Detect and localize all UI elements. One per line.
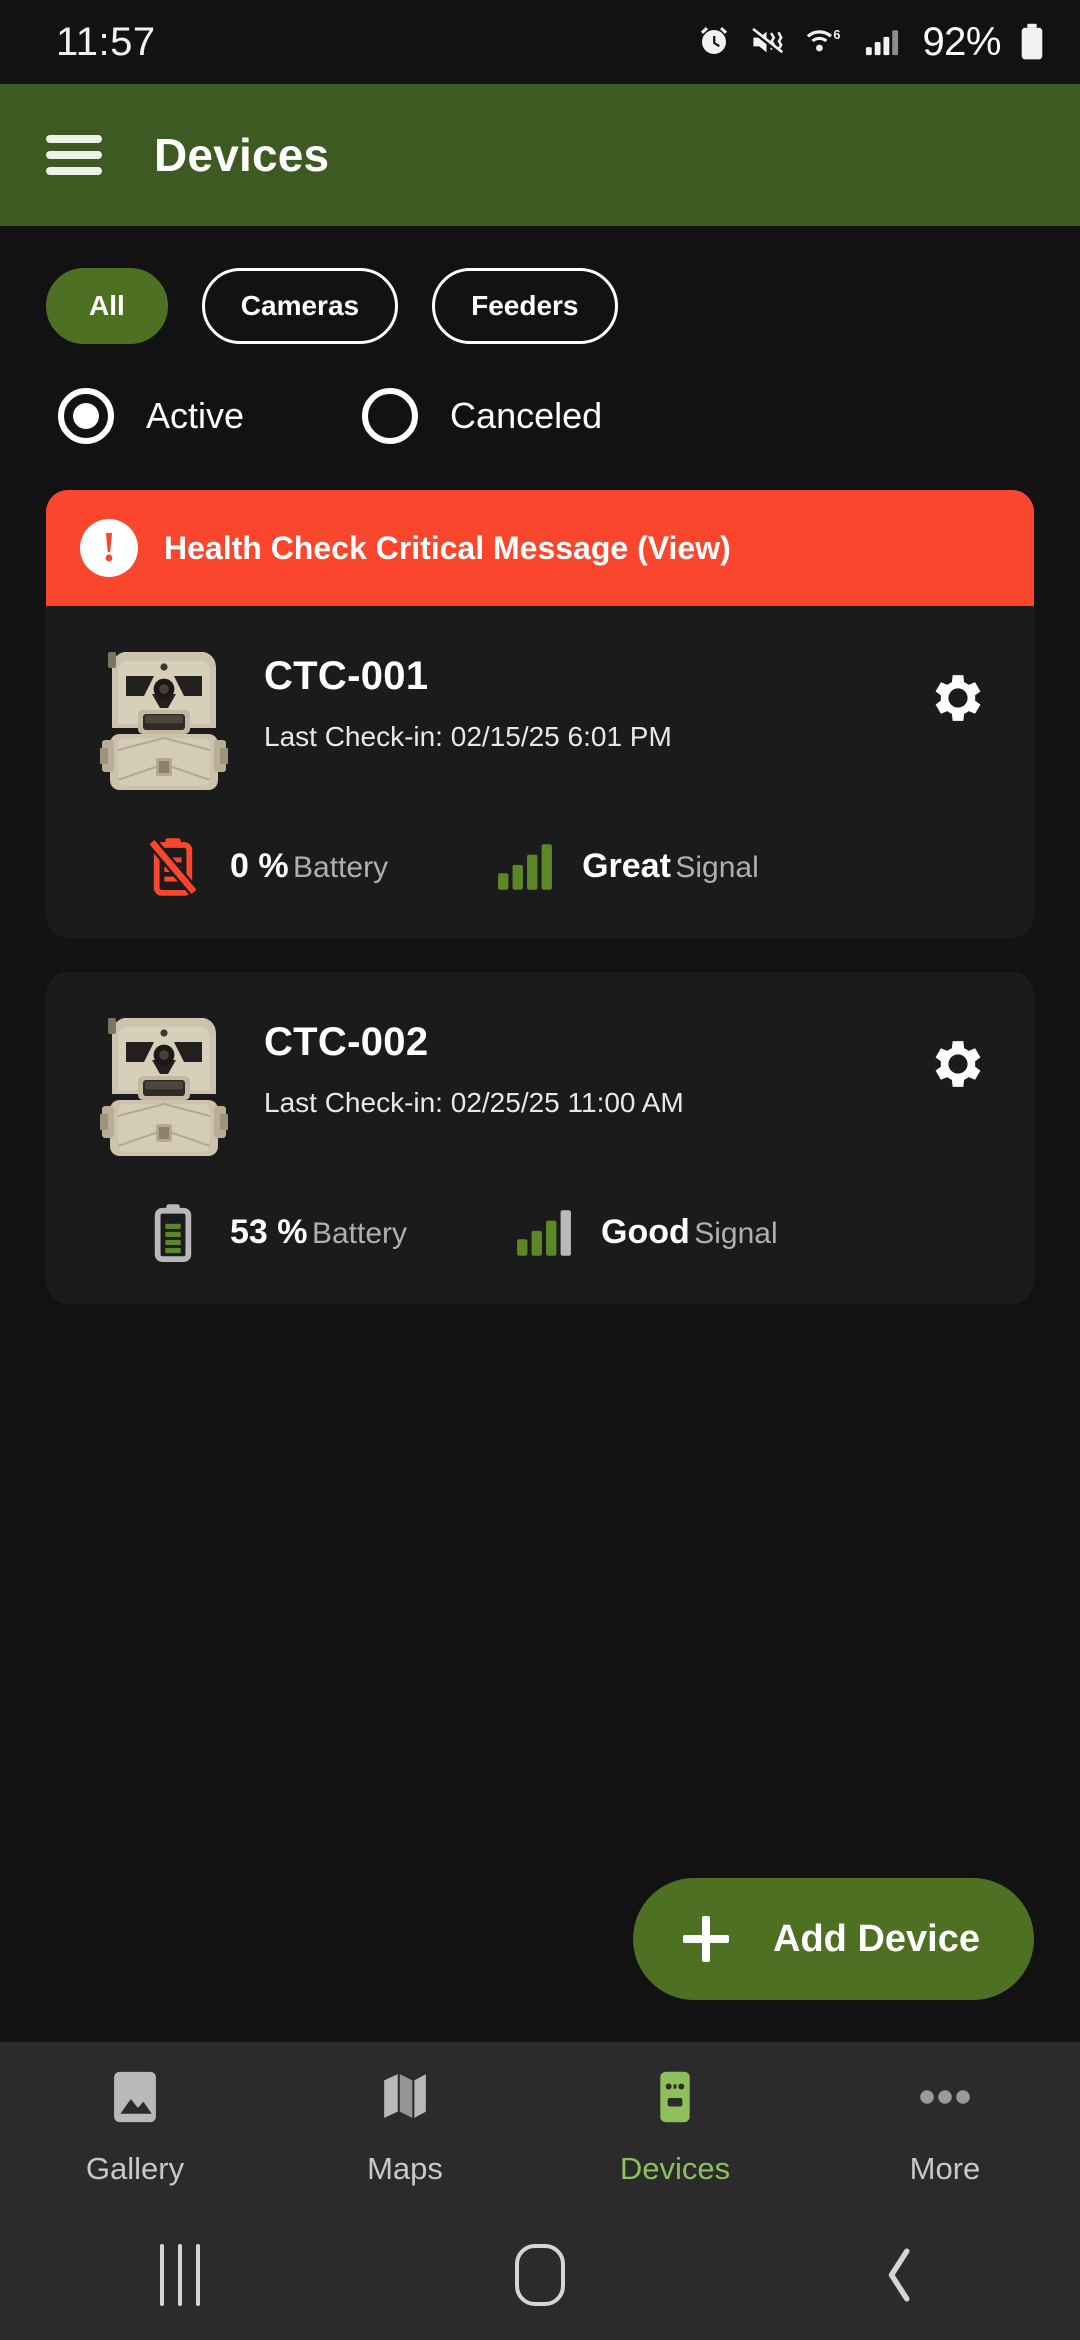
signal-bars-icon [494,842,556,892]
svg-text:6: 6 [834,28,841,42]
add-device-label: Add Device [773,1917,980,1960]
battery-stat: 0 % Battery [142,836,388,898]
map-icon [380,2065,430,2129]
battery-label: Battery [311,1217,407,1251]
filter-chip-feeders[interactable]: Feeders [432,268,618,344]
battery-value: 53 % [230,1213,308,1252]
status-icons: 6 92% [696,20,1046,65]
nav-label-gallery: Gallery [85,2151,185,2186]
signal-stat: Good Signal [513,1208,778,1258]
device-checkin: Last Check-in: 02/15/25 6:01 PM [264,721,672,752]
device-list: ! Health Check Critical Message (View) C… [0,444,1080,1304]
radio-canceled[interactable]: Canceled [362,388,602,444]
radio-active[interactable]: Active [58,388,244,444]
trail-camera-image [100,1006,228,1158]
battery-stat: 53 % Battery [142,1202,407,1264]
cell-signal-icon [863,24,901,60]
signal-value: Great [582,847,671,886]
recents-icon[interactable] [0,2244,360,2306]
mute-vibrate-icon [749,24,787,60]
bottom-navigation: Gallery Maps Devices More [0,2042,1080,2210]
status-bar: 11:57 6 92% [0,0,1080,84]
app-bar: Devices [0,84,1080,226]
home-icon[interactable] [360,2244,720,2306]
signal-label: Signal [675,851,759,885]
nav-label-more: More [909,2151,981,2186]
alarm-icon [696,24,732,60]
device-type-filter: All Cameras Feeders [0,226,1080,344]
nav-item-maps[interactable]: Maps [270,2065,540,2187]
device-card[interactable]: CTC-002 Last Check-in: 02/25/25 11:00 AM [46,972,1034,1304]
battery-percentage: 92% [922,19,1001,64]
battery-icon [1018,23,1046,61]
plus-icon [683,1916,730,1962]
radio-canceled-label: Canceled [450,395,603,436]
system-navigation-bar [0,2210,1080,2340]
signal-label: Signal [694,1217,778,1251]
gallery-icon [112,2065,158,2129]
trail-camera-image [100,640,228,792]
device-stats: 53 % Battery Good Signal [80,1202,1000,1264]
radio-active-circle[interactable] [58,388,114,444]
battery-dead-icon [142,836,204,898]
more-dots-icon [919,2065,971,2129]
radio-active-label: Active [146,395,245,436]
status-filter: Active Canceled [0,344,1080,444]
signal-value: Good [601,1213,690,1252]
device-checkin: Last Check-in: 02/25/25 11:00 AM [264,1087,684,1118]
filter-chip-cameras[interactable]: Cameras [201,268,399,344]
nav-item-devices[interactable]: Devices [540,2065,810,2187]
gear-icon[interactable] [926,666,990,730]
device-name: CTC-001 [264,654,429,698]
nav-label-maps: Maps [367,2151,443,2186]
gear-icon[interactable] [926,1032,990,1096]
battery-label: Battery [293,851,389,885]
signal-stat: Great Signal [494,842,759,892]
filter-chip-all[interactable]: All [46,268,168,344]
battery-value: 0 % [230,847,289,886]
phone-screen: 11:57 6 92% Devices All Cameras Feeders … [0,0,1080,2340]
nav-label-devices: Devices [619,2151,731,2186]
nav-item-gallery[interactable]: Gallery [0,2065,270,2187]
device-camera-icon [654,2065,696,2129]
radio-canceled-circle[interactable] [362,388,419,444]
device-name: CTC-002 [264,1020,429,1064]
device-stats: 0 % Battery Great Signal [80,836,1000,898]
status-clock: 11:57 [56,19,156,64]
nav-item-more[interactable]: More [810,2065,1080,2187]
main-content: All Cameras Feeders Active Canceled ! He… [0,226,1080,2042]
health-check-alert-banner[interactable]: ! Health Check Critical Message (View) [46,490,1034,606]
page-title: Devices [154,129,330,181]
hamburger-menu-icon[interactable] [46,135,102,175]
alert-message: Health Check Critical Message (View) [164,529,731,566]
exclamation-icon: ! [80,519,138,577]
wifi-6-icon: 6 [804,24,846,60]
signal-bars-icon [513,1208,575,1258]
device-card[interactable]: ! Health Check Critical Message (View) C… [46,490,1034,938]
battery-level-icon [142,1202,204,1264]
add-device-button[interactable]: Add Device [633,1878,1034,2000]
back-icon[interactable] [720,2246,1080,2304]
